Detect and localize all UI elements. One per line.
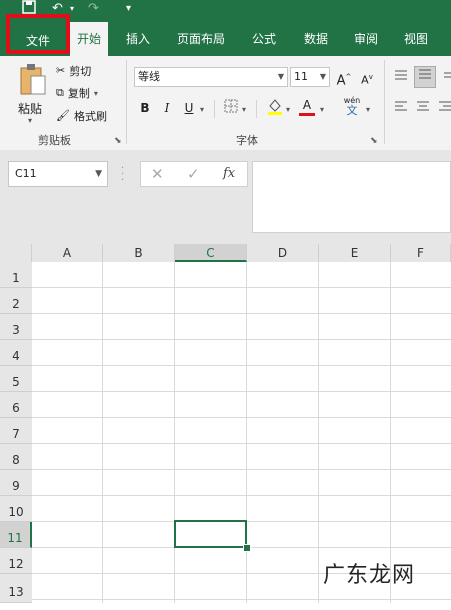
fill-handle[interactable] [243, 544, 251, 552]
phonetic-guide-button[interactable]: wén 文 [342, 96, 362, 117]
copy-dropdown-icon[interactable]: ▾ [94, 89, 98, 98]
font-name-select[interactable]: 等线 ▼ [134, 67, 288, 87]
grow-font-button[interactable]: A^ [335, 68, 353, 88]
active-cell-c11[interactable] [174, 520, 247, 548]
cut-label: 剪切 [69, 65, 92, 78]
font-color-button[interactable]: A [298, 97, 316, 119]
column-headers: A B C D E F [0, 244, 451, 263]
tab-page-layout[interactable]: 页面布局 [170, 22, 232, 56]
underline-button[interactable]: U [180, 99, 198, 117]
fill-color-icon [268, 99, 282, 115]
cancel-icon[interactable]: ✕ [151, 165, 164, 183]
borders-icon [224, 99, 238, 113]
phonetic-dropdown-icon[interactable]: ▾ [366, 105, 370, 114]
chevron-down-icon: ▼ [277, 72, 284, 81]
row-header-12[interactable]: 12 [0, 548, 32, 574]
align-top-button[interactable] [392, 68, 410, 86]
select-all-corner[interactable] [0, 244, 32, 262]
tab-file[interactable]: 文件 [6, 14, 70, 54]
row-header-6[interactable]: 6 [0, 392, 32, 418]
tab-insert[interactable]: 插入 [118, 22, 158, 56]
font-name-value: 等线 [138, 70, 160, 83]
align-right-button[interactable] [436, 99, 451, 117]
ribbon: 粘贴 ▾ ✂ 剪切 ⧉ 复制 ▾ 🖌 格式刷 剪贴板 ⬊ 等线 ▼ 11 ▼ A… [0, 56, 451, 151]
group-divider [126, 60, 127, 144]
enter-icon[interactable]: ✓ [187, 165, 200, 183]
divider [214, 100, 215, 118]
row-header-8[interactable]: 8 [0, 444, 32, 470]
underline-dropdown-icon[interactable]: ▾ [200, 105, 204, 114]
formula-buttons: ✕ ✓ fx [140, 161, 248, 187]
row-header-9[interactable]: 9 [0, 470, 32, 496]
fill-color-dropdown-icon[interactable]: ▾ [286, 105, 290, 114]
format-painter-label: 格式刷 [73, 110, 107, 123]
borders-dropdown-icon[interactable]: ▾ [242, 105, 246, 114]
italic-button[interactable]: I [158, 99, 176, 117]
divider [256, 100, 257, 118]
tab-formulas[interactable]: 公式 [244, 22, 284, 56]
font-size-value: 11 [294, 70, 308, 83]
tab-data[interactable]: 数据 [296, 22, 336, 56]
paste-label: 粘贴 [18, 102, 43, 116]
group-divider [384, 60, 385, 144]
font-color-dropdown-icon[interactable]: ▾ [320, 105, 324, 114]
column-header-e[interactable]: E [319, 244, 391, 262]
row-header-7[interactable]: 7 [0, 418, 32, 444]
row-header-1[interactable]: 1 [0, 262, 32, 288]
format-painter-button[interactable]: 🖌 格式刷 [56, 108, 107, 124]
chevron-down-icon[interactable]: ▼ [95, 162, 102, 186]
copy-button[interactable]: ⧉ 复制 ▾ [56, 85, 98, 101]
name-box-value: C11 [15, 167, 37, 180]
row-header-4[interactable]: 4 [0, 340, 32, 366]
name-box[interactable]: C11 ▼ [8, 161, 108, 187]
redo-icon[interactable]: ↷ [88, 0, 99, 18]
undo-dropdown-icon[interactable]: ▾ [70, 0, 74, 18]
copy-label: 复制 [67, 87, 90, 100]
tab-view[interactable]: 视图 [396, 22, 436, 56]
font-size-select[interactable]: 11 ▼ [290, 67, 330, 87]
bold-button[interactable]: B [136, 99, 154, 117]
row-header-3[interactable]: 3 [0, 314, 32, 340]
row-header-2[interactable]: 2 [0, 288, 32, 314]
borders-button[interactable] [222, 99, 240, 117]
clipboard-group-label: 剪贴板 [38, 134, 71, 147]
row-header-5[interactable]: 5 [0, 366, 32, 392]
row-header-11[interactable]: 11 [0, 522, 32, 548]
column-header-c[interactable]: C [175, 244, 247, 262]
paste-button[interactable]: 粘贴 ▾ [14, 62, 50, 125]
paste-icon [20, 64, 46, 95]
customize-icon[interactable]: ▾ [126, 0, 131, 18]
scissors-icon: ✂ [56, 64, 66, 77]
tab-home[interactable]: 开始 [70, 22, 108, 56]
shrink-font-button[interactable]: Av [358, 68, 376, 87]
font-launcher-icon[interactable]: ⬊ [370, 136, 378, 146]
align-bottom-button[interactable] [440, 68, 451, 86]
column-header-b[interactable]: B [103, 244, 175, 262]
more-options-icon[interactable]: · · · [121, 164, 124, 186]
cut-button[interactable]: ✂ 剪切 [56, 63, 91, 79]
row-header-13[interactable]: 13 [0, 574, 32, 603]
ribbon-tabs: 文件 开始 插入 页面布局 公式 数据 审阅 视图 [0, 14, 451, 56]
clipboard-launcher-icon[interactable]: ⬊ [114, 136, 122, 146]
column-header-a[interactable]: A [32, 244, 103, 262]
align-center-button[interactable] [414, 99, 432, 117]
cell-grid[interactable] [32, 262, 451, 603]
copy-icon: ⧉ [56, 86, 64, 99]
align-left-button[interactable] [392, 99, 410, 117]
fill-color-button[interactable] [266, 97, 284, 115]
column-header-d[interactable]: D [247, 244, 319, 262]
tab-review[interactable]: 审阅 [346, 22, 386, 56]
column-header-f[interactable]: F [391, 244, 451, 262]
align-middle-button[interactable] [414, 66, 436, 88]
watermark-text: 广东龙网 [322, 563, 415, 588]
format-painter-icon: 🖌 [56, 109, 70, 122]
paste-dropdown-icon[interactable]: ▾ [28, 116, 32, 125]
chevron-down-icon: ▼ [319, 72, 326, 81]
insert-function-button[interactable]: fx [223, 166, 235, 181]
font-group-label: 字体 [236, 134, 258, 147]
phonetic-char: 文 [346, 104, 358, 117]
row-header-10[interactable]: 10 [0, 496, 32, 522]
row-headers: 1 2 3 4 5 6 7 8 9 10 11 12 13 [0, 262, 32, 603]
formula-input[interactable] [252, 161, 451, 233]
